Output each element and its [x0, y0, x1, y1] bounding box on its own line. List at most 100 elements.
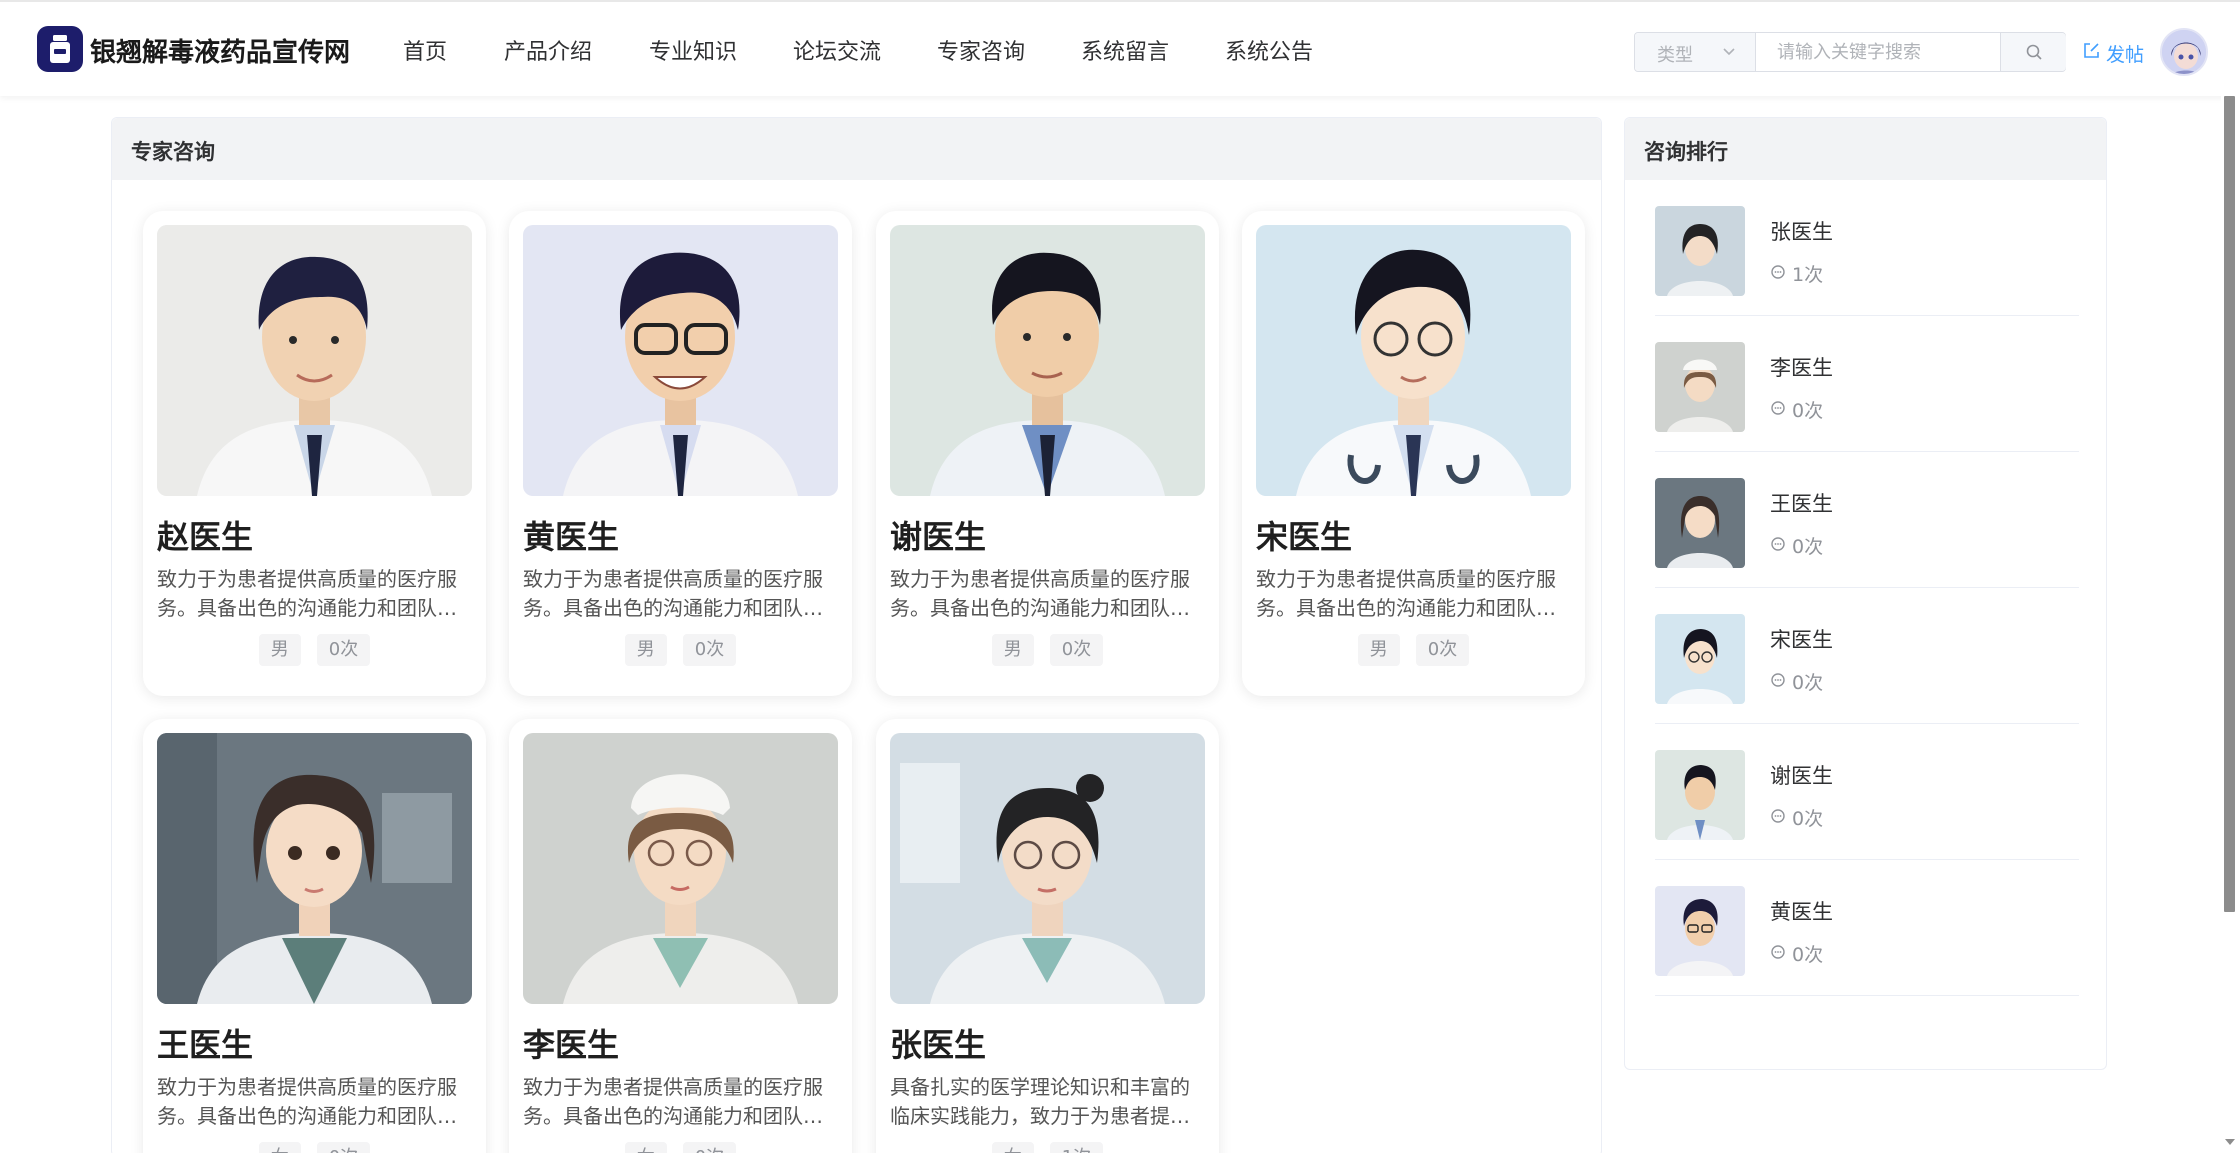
doctor-photo	[890, 733, 1205, 1004]
search-icon	[2026, 44, 2042, 60]
comment-icon	[1771, 809, 1785, 823]
doctor-card[interactable]: 宋医生 致力于为患者提供高质量的医疗服务。具备出色的沟通能力和团队协作精神。 男…	[1242, 211, 1585, 696]
doctor-description: 致力于为患者提供高质量的医疗服务。具备出色的沟通能力和团队协作精神。	[157, 1075, 457, 1128]
nav-item-home[interactable]: 首页	[403, 34, 447, 66]
gender-tag: 女	[624, 1142, 667, 1153]
gender-tag: 男	[624, 634, 667, 666]
consult-ranking-panel: 咨询排行 张医生 1次 李医生 0次 王医生 0次 宋医生 0次 谢医生 0次 …	[1624, 117, 2107, 1070]
ranking-count-value: 0次	[1792, 944, 1824, 966]
nav-item-announcements[interactable]: 系统公告	[1225, 34, 1313, 66]
ranking-photo	[1655, 886, 1745, 976]
ranking-count-value: 0次	[1792, 672, 1824, 694]
chevron-down-icon	[1723, 48, 1735, 56]
comment-icon	[1771, 401, 1785, 415]
user-avatar[interactable]	[2160, 28, 2208, 76]
doctor-name: 张医生	[890, 1026, 987, 1064]
doctor-name: 宋医生	[1256, 518, 1353, 556]
consult-count-tag: 0次	[316, 634, 371, 666]
doctor-card[interactable]: 李医生 致力于为患者提供高质量的医疗服务。具备出色的沟通能力和团队协作精神。 女…	[509, 719, 852, 1153]
nav-item-messages[interactable]: 系统留言	[1081, 34, 1169, 66]
comment-icon	[1771, 537, 1785, 551]
ranking-doctor-name: 王医生	[1770, 492, 1833, 516]
search-input[interactable]	[1757, 33, 2000, 71]
search-bar: 类型	[1634, 32, 2066, 72]
edit-icon	[2084, 43, 2099, 58]
doctor-card[interactable]: 赵医生 致力于为患者提供高质量的医疗服务。具备出色的沟通能力和团队协作精神。 男…	[143, 211, 486, 696]
doctor-photo	[1256, 225, 1571, 496]
doctor-name: 赵医生	[157, 518, 254, 556]
ranking-item[interactable]: 谢医生 0次	[1655, 724, 2079, 860]
ranking-count-value: 1次	[1792, 264, 1824, 286]
top-navbar: 银翘解毒液药品宣传网 首页 产品介绍 专业知识 论坛交流 专家咨询 系统留言 系…	[0, 0, 2240, 96]
ranking-doctor-name: 张医生	[1770, 220, 1833, 244]
ranking-item[interactable]: 张医生 1次	[1655, 180, 2079, 316]
ranking-doctor-name: 谢医生	[1770, 764, 1833, 788]
nav-item-experts[interactable]: 专家咨询	[937, 34, 1025, 66]
expert-panel: 专家咨询 赵医生 致力于为患者提供高质量的医疗服务。具备出色的沟通能力和团队协作…	[111, 117, 1602, 1153]
consult-count-tag: 1次	[1049, 1142, 1104, 1153]
ranking-photo	[1655, 206, 1745, 296]
ranking-item[interactable]: 王医生 0次	[1655, 452, 2079, 588]
ranking-photo	[1655, 342, 1745, 432]
doctor-photo	[523, 225, 838, 496]
gender-tag: 男	[1357, 634, 1400, 666]
expert-panel-header: 专家咨询	[112, 118, 1601, 180]
ranking-count-value: 0次	[1792, 400, 1824, 422]
ranking-panel-title: 咨询排行	[1644, 140, 1728, 164]
ranking-item[interactable]: 宋医生 0次	[1655, 588, 2079, 724]
ranking-panel-header: 咨询排行	[1625, 118, 2106, 180]
comment-icon	[1771, 265, 1785, 279]
search-type-label: 类型	[1657, 45, 1693, 66]
nav-item-products[interactable]: 产品介绍	[504, 34, 592, 66]
ranking-count-value: 0次	[1792, 808, 1824, 830]
doctor-photo	[523, 733, 838, 1004]
doctor-photo	[157, 225, 472, 496]
gender-tag: 男	[258, 634, 301, 666]
doctor-description: 致力于为患者提供高质量的医疗服务。具备出色的沟通能力和团队协作精神。	[890, 567, 1190, 620]
gender-tag: 男	[991, 634, 1034, 666]
comment-icon	[1771, 673, 1785, 687]
ranking-item[interactable]: 黄医生 0次	[1655, 860, 2079, 996]
nav-item-forum[interactable]: 论坛交流	[793, 34, 881, 66]
site-title[interactable]: 银翘解毒液药品宣传网	[90, 32, 350, 69]
doctor-description: 致力于为患者提供高质量的医疗服务。具备出色的沟通能力和团队协作精神。	[523, 567, 823, 620]
ranking-photo	[1655, 614, 1745, 704]
doctor-card[interactable]: 黄医生 致力于为患者提供高质量的医疗服务。具备出色的沟通能力和团队协作精神。 男…	[509, 211, 852, 696]
consult-count-tag: 0次	[682, 1142, 737, 1153]
expert-panel-title: 专家咨询	[131, 140, 215, 164]
doctor-name: 黄医生	[523, 518, 620, 556]
scroll-down-arrow-icon[interactable]	[2224, 1137, 2236, 1147]
search-type-select[interactable]: 类型	[1635, 33, 1756, 71]
search-button[interactable]	[2000, 33, 2066, 71]
doctor-card[interactable]: 谢医生 致力于为患者提供高质量的医疗服务。具备出色的沟通能力和团队协作精神。 男…	[876, 211, 1219, 696]
doctor-description: 致力于为患者提供高质量的医疗服务。具备出色的沟通能力和团队协作精神。	[523, 1075, 823, 1128]
consult-count-tag: 0次	[682, 634, 737, 666]
ranking-photo	[1655, 750, 1745, 840]
ranking-doctor-name: 黄医生	[1770, 900, 1833, 924]
gender-tag: 女	[991, 1142, 1034, 1153]
consult-count-tag: 0次	[1415, 634, 1470, 666]
doctor-card[interactable]: 王医生 致力于为患者提供高质量的医疗服务。具备出色的沟通能力和团队协作精神。 女…	[143, 719, 486, 1153]
doctor-name: 王医生	[157, 1026, 254, 1064]
scrollbar-thumb[interactable]	[2224, 96, 2235, 912]
doctor-name: 谢医生	[890, 518, 987, 556]
consult-count-tag: 0次	[1049, 634, 1104, 666]
doctor-photo	[890, 225, 1205, 496]
doctor-photo	[157, 733, 472, 1004]
post-button-label: 发帖	[2106, 44, 2145, 66]
ranking-doctor-name: 宋医生	[1770, 628, 1833, 652]
ranking-photo	[1655, 478, 1745, 568]
ranking-doctor-name: 李医生	[1770, 356, 1833, 380]
doctor-description: 致力于为患者提供高质量的医疗服务。具备出色的沟通能力和团队协作精神。	[1256, 567, 1556, 620]
ranking-count-value: 0次	[1792, 536, 1824, 558]
doctor-name: 李医生	[523, 1026, 620, 1064]
doctor-description: 具备扎实的医学理论知识和丰富的临床实践能力，致力于为患者提供高质量的医疗服务。	[890, 1075, 1190, 1128]
consult-count-tag: 0次	[316, 1142, 371, 1153]
gender-tag: 女	[258, 1142, 301, 1153]
doctor-card[interactable]: 张医生 具备扎实的医学理论知识和丰富的临床实践能力，致力于为患者提供高质量的医疗…	[876, 719, 1219, 1153]
doctor-description: 致力于为患者提供高质量的医疗服务。具备出色的沟通能力和团队协作精神。	[157, 567, 457, 620]
nav-item-knowledge[interactable]: 专业知识	[649, 34, 737, 66]
site-logo[interactable]	[37, 26, 83, 72]
comment-icon	[1771, 945, 1785, 959]
ranking-item[interactable]: 李医生 0次	[1655, 316, 2079, 452]
